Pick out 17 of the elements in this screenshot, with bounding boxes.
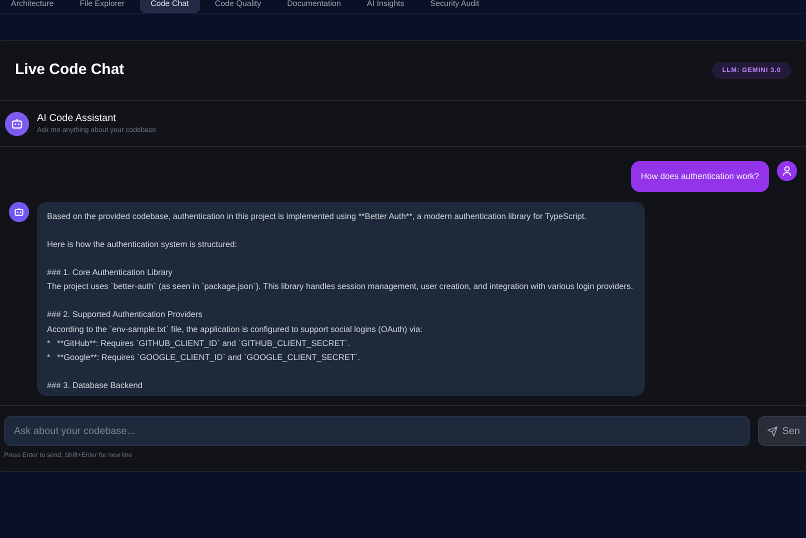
panel-title: Live Code Chat (15, 60, 124, 80)
nav-tab[interactable]: File Explorer (68, 0, 136, 13)
nav-tab[interactable]: Security Audit (419, 0, 490, 13)
nav-tab[interactable]: Code Chat (140, 0, 200, 13)
nav-tab[interactable]: Documentation (276, 0, 352, 13)
bot-avatar-icon (9, 202, 29, 222)
nav-tab[interactable]: AI Insights (356, 0, 416, 13)
send-icon (767, 426, 778, 437)
user-avatar-icon (777, 161, 797, 181)
send-button[interactable]: Sen (758, 416, 806, 446)
user-message: How does authentication work? (630, 161, 769, 192)
bot-avatar-icon (5, 112, 29, 136)
nav-tab[interactable]: Code Quality (204, 0, 272, 13)
chat-input-field[interactable]: Ask about your codebase... (4, 416, 750, 446)
assistant-name: AI Code Assistant (37, 112, 117, 126)
nav-tab[interactable]: Architecture (0, 0, 65, 13)
assistant-message: Based on the provided codebase, authentication in this project is implemented using **Better Auth**, a modern authentication library for TypeScript. Here is how the authentication system is structured: ### 1. Core Authentication Library The project uses `better-auth` (as seen in `package.json`). This library handles session management, user creation, and integration with various login providers. ### 2. Supported Authentication Providers According to the `env-sample.txt` file, the application is configured to support social logins (OAuth) via: * **GitHub**: Requires `GITHUB_CLIENT_ID` and `GITHUB_CLIENT_SECRET`. * **Google**: Requires `GOOGLE_CLIENT_ID` and `GOOGLE_CLIENT_SECRET`. ### 3. Database Backend (37, 202, 645, 396)
